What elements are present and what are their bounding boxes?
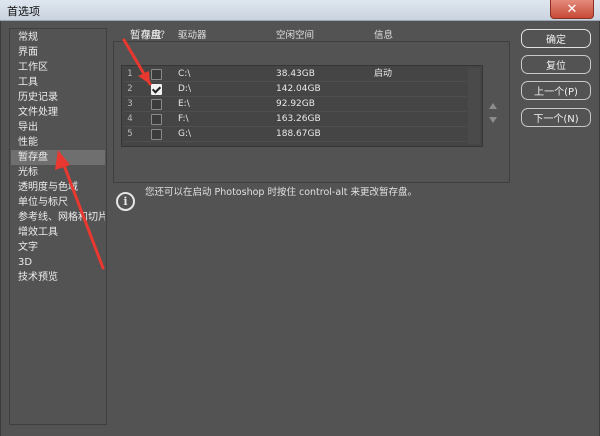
sidebar-item[interactable]: 透明度与色域 xyxy=(11,180,105,195)
sidebar-item[interactable]: 文件处理 xyxy=(11,105,105,120)
previous-button[interactable]: 上一个(P) xyxy=(521,81,591,100)
info-cell: 启动 xyxy=(374,69,393,79)
column-header-info: 信息 xyxy=(374,30,394,41)
next-button[interactable]: 下一个(N) xyxy=(521,108,591,127)
free-space-cell: 188.67GB xyxy=(276,129,321,139)
row-number: 2 xyxy=(127,84,133,94)
reset-button[interactable]: 复位 xyxy=(521,55,591,74)
move-down-icon[interactable] xyxy=(489,117,497,123)
sidebar-list: 常规 界面 工作区 工具 历史记录 文件处理 导出 性能 暂存盘 光标 透明度与色域 单位与标尺 参考线… xyxy=(10,29,106,285)
sidebar-item[interactable]: 暂存盘 xyxy=(11,150,105,165)
preferences-sidebar: 常规 界面 工作区 工具 历史记录 文件处理 导出 性能 暂存盘 光标 透明度与色域 单位与标尺 参考线… xyxy=(9,28,107,425)
table-row[interactable]: 3 E:\ 92.92GB xyxy=(124,97,466,112)
table-scrollbar[interactable] xyxy=(468,68,480,144)
row-number: 1 xyxy=(127,69,133,79)
sidebar-item[interactable]: 单位与标尺 xyxy=(11,195,105,210)
info-icon: i xyxy=(116,192,135,211)
sidebar-item[interactable]: 工作区 xyxy=(11,60,105,75)
sidebar-item[interactable]: 增效工具 xyxy=(11,225,105,240)
column-header-drive: 驱动器 xyxy=(178,30,207,41)
table-row[interactable]: 1 C:\ 38.43GB 启动 xyxy=(124,67,466,82)
window-title: 首选项 xyxy=(7,5,40,18)
row-number: 5 xyxy=(127,129,133,139)
sidebar-item[interactable]: 3D xyxy=(11,255,105,270)
active-checkbox[interactable] xyxy=(151,69,162,80)
sidebar-item[interactable]: 常规 xyxy=(11,30,105,45)
scratch-disk-table: 1 C:\ 38.43GB 启动 2 D:\ 142.04GB 3 E:\ 92.92GB 4 F:\… xyxy=(121,65,483,147)
free-space-cell: 92.92GB xyxy=(276,99,315,109)
active-checkbox[interactable] xyxy=(151,84,162,95)
sidebar-item[interactable]: 参考线、网格和切片 xyxy=(11,210,105,225)
ok-button[interactable]: 确定 xyxy=(521,29,591,48)
drive-cell: E:\ xyxy=(178,99,190,109)
table-row[interactable]: 5 G:\ 188.67GB xyxy=(124,127,466,142)
table-row[interactable]: 2 D:\ 142.04GB xyxy=(124,82,466,97)
sidebar-item[interactable]: 性能 xyxy=(11,135,105,150)
sidebar-item[interactable]: 技术预览 xyxy=(11,270,105,285)
row-number: 3 xyxy=(127,99,133,109)
sidebar-item[interactable]: 导出 xyxy=(11,120,105,135)
column-header-active: 现用？ xyxy=(141,30,170,41)
move-up-icon[interactable] xyxy=(489,103,497,109)
sidebar-item[interactable]: 光标 xyxy=(11,165,105,180)
table-row[interactable]: 4 F:\ 163.26GB xyxy=(124,112,466,127)
drive-cell: F:\ xyxy=(178,114,189,124)
free-space-cell: 38.43GB xyxy=(276,69,315,79)
active-checkbox[interactable] xyxy=(151,129,162,140)
info-glyph: i xyxy=(123,195,128,208)
active-checkbox[interactable] xyxy=(151,114,162,125)
column-header-space: 空闲空间 xyxy=(276,30,315,41)
info-text: 您还可以在启动 Photoshop 时按住 control-alt 来更改暂存盘… xyxy=(145,187,418,198)
sidebar-item[interactable]: 文字 xyxy=(11,240,105,255)
close-button[interactable]: ✕ xyxy=(550,0,594,19)
sidebar-item[interactable]: 工具 xyxy=(11,75,105,90)
close-icon: ✕ xyxy=(566,1,578,17)
free-space-cell: 163.26GB xyxy=(276,114,321,124)
drive-cell: D:\ xyxy=(178,84,191,94)
free-space-cell: 142.04GB xyxy=(276,84,321,94)
drive-cell: C:\ xyxy=(178,69,191,79)
title-bar: 首选项 ✕ xyxy=(0,0,600,21)
sidebar-item[interactable]: 历史记录 xyxy=(11,90,105,105)
active-checkbox[interactable] xyxy=(151,99,162,110)
sidebar-item[interactable]: 界面 xyxy=(11,45,105,60)
row-number: 4 xyxy=(127,114,133,124)
drive-cell: G:\ xyxy=(178,129,192,139)
